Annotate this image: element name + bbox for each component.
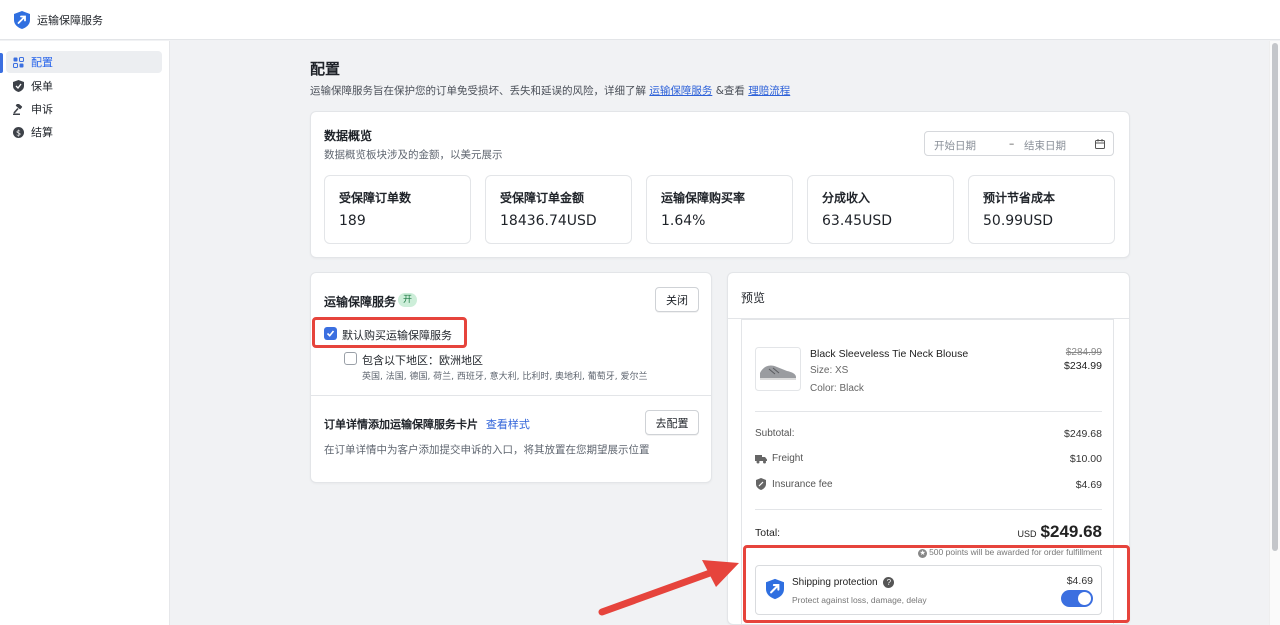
stat-label: 受保障订单金额 (500, 191, 585, 205)
subtotal-value: $249.68 (1064, 428, 1102, 440)
default-buy-label[interactable]: 默认购买运输保障服务 (342, 327, 452, 343)
app-logo-icon (14, 11, 30, 29)
page-description: 运输保障服务旨在保护您的订单免受损坏、丢失和延误的风险，详细了解 运输保障服务 … (310, 83, 790, 98)
total-amount-row: USD $249.68 (962, 522, 1102, 542)
order-card-title: 订单详情添加运输保障服务卡片 (324, 418, 478, 431)
sidebar-item-settlement[interactable]: $ 结算 (6, 121, 162, 143)
app-title: 运输保障服务 (37, 14, 103, 27)
overview-title: 数据概览 (324, 129, 373, 143)
total-label: Total: (755, 527, 781, 539)
shield-icon (12, 80, 24, 92)
start-date-input[interactable]: 开始日期 (934, 138, 976, 153)
product-price: $234.99 (1064, 360, 1102, 372)
page-desc-text: 运输保障服务旨在保护您的订单免受损坏、丢失和延误的风险，详细了解 (310, 85, 646, 97)
region-label[interactable]: 包含以下地区：欧洲地区 (362, 352, 483, 368)
view-style-link[interactable]: 查看样式 (486, 418, 530, 431)
stat-label: 受保障订单数 (339, 191, 412, 205)
highlight-shipping-protection (743, 545, 1130, 623)
freight-value: $10.00 (1069, 453, 1102, 465)
preview-title: 预览 (741, 291, 766, 305)
stat-value: 1.64% (661, 213, 706, 229)
page-title: 配置 (310, 60, 341, 78)
region-checkbox[interactable] (344, 352, 357, 365)
truck-icon (755, 455, 767, 464)
date-range-picker[interactable]: 开始日期 – 结束日期 (924, 131, 1114, 156)
svg-text:$: $ (15, 128, 20, 137)
service-info-link[interactable]: 运输保障服务 (649, 85, 712, 97)
overview-subtitle: 数据概览板块涉及的金额，以美元展示 (324, 149, 503, 161)
order-card-description: 在订单详情中为客户添加提交申诉的入口，将其放置在您期望展示位置 (324, 444, 650, 456)
insurance-shield-icon (756, 478, 766, 490)
scrollbar-thumb[interactable] (1272, 43, 1278, 551)
order-card-section-title: 订单详情添加运输保障服务卡片 查看样式 (324, 416, 530, 432)
page-scrollbar[interactable] (1269, 41, 1280, 625)
stat-card-purchase-rate: 运输保障购买率 1.64% (646, 175, 793, 244)
active-indicator (0, 53, 3, 73)
stat-value: 50.99USD (983, 213, 1053, 229)
product-name: Black Sleeveless Tie Neck Blouse (810, 348, 969, 360)
total-currency: USD (1017, 529, 1037, 539)
stat-card-savings: 预计节省成本 50.99USD (968, 175, 1115, 244)
stat-value: 63.45USD (822, 213, 892, 229)
subtotal-label: Subtotal: (755, 428, 795, 439)
stat-label: 预计节省成本 (983, 191, 1056, 205)
insurance-value: $4.69 (1075, 479, 1102, 491)
settings-grid-icon (12, 56, 24, 68)
sidebar-item-policies[interactable]: 保单 (6, 75, 162, 97)
product-color: Color: Black (810, 383, 864, 394)
total-divider (755, 509, 1102, 510)
card-divider (311, 395, 711, 396)
sidebar-item-label: 申诉 (31, 103, 53, 116)
configure-button[interactable]: 去配置 (645, 410, 699, 435)
gavel-icon (12, 103, 24, 115)
calendar-icon[interactable] (1095, 139, 1105, 149)
stat-label: 运输保障购买率 (661, 191, 746, 205)
claims-process-link[interactable]: 理赔流程 (748, 85, 790, 97)
stat-card-revenue-share: 分成收入 63.45USD (807, 175, 954, 244)
top-bar: 运输保障服务 (0, 0, 1280, 40)
sidebar-item-label: 配置 (31, 56, 53, 69)
stat-card-protected-amount: 受保障订单金额 18436.74USD (485, 175, 632, 244)
service-title: 运输保障服务 (324, 295, 397, 309)
stat-card-protected-orders: 受保障订单数 189 (324, 175, 471, 244)
preview-divider (755, 411, 1102, 412)
total-value: $249.68 (1040, 522, 1102, 541)
stat-value: 18436.74USD (500, 213, 597, 229)
insurance-label: Insurance fee (772, 479, 833, 490)
product-thumbnail-sneaker (755, 347, 801, 391)
sidebar-item-config[interactable]: 配置 (6, 51, 162, 73)
product-original-price: $284.99 (1065, 347, 1102, 358)
freight-label: Freight (772, 453, 804, 464)
region-countries: 英国, 法国, 德国, 荷兰, 西班牙, 意大利, 比利时, 奥地利, 葡萄牙,… (362, 372, 648, 382)
page-desc-mid: &查看 (715, 85, 745, 97)
date-range-separator: – (1009, 138, 1015, 150)
sidebar-item-label: 保单 (31, 80, 53, 93)
sidebar-item-label: 结算 (31, 126, 53, 139)
default-buy-checkbox[interactable] (324, 327, 337, 340)
end-date-input[interactable]: 结束日期 (1024, 138, 1066, 153)
dollar-coin-icon: $ (12, 126, 24, 138)
sidebar-item-appeals[interactable]: 申诉 (6, 98, 162, 120)
status-badge: 开 (398, 293, 418, 307)
product-size: Size: XS (810, 365, 849, 376)
sidebar: 配置 保单 申诉 $ 结算 (0, 41, 170, 625)
annotation-arrow (598, 560, 739, 616)
stat-label: 分成收入 (822, 191, 871, 205)
close-service-button[interactable]: 关闭 (655, 287, 699, 312)
stat-value: 189 (339, 213, 366, 229)
